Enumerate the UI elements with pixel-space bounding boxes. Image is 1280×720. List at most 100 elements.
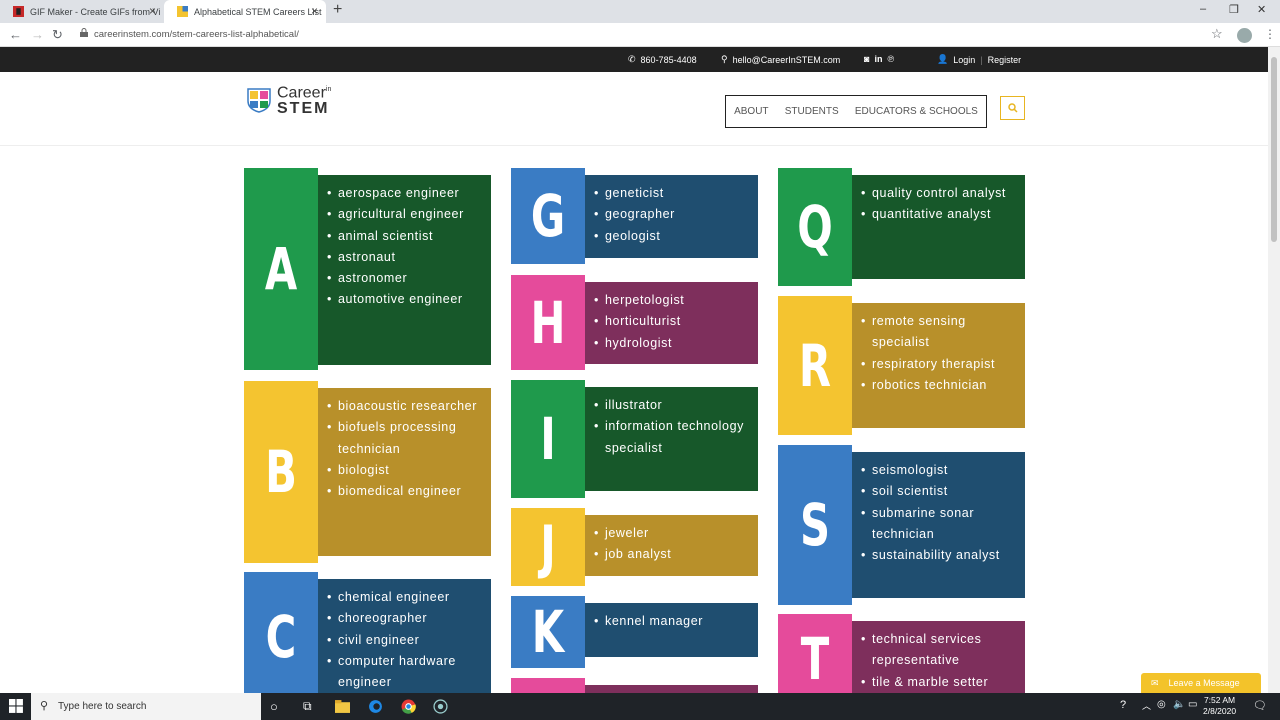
minimize-icon[interactable]: –	[1200, 3, 1206, 15]
email-contact[interactable]: ⚲ hello@CareerInSTEM.com	[721, 54, 840, 65]
career-link[interactable]: biologist	[327, 460, 481, 482]
career-link[interactable]: tile & marble setter	[861, 672, 1015, 694]
career-list: geneticistgeographergeologist	[585, 175, 758, 258]
phone-contact[interactable]: ✆ 860-785-4408	[628, 54, 697, 65]
site-logo[interactable]: Careerin STEM	[247, 82, 331, 117]
tray-app-icon[interactable]: ◎	[1157, 699, 1172, 714]
page-scrollbar[interactable]	[1268, 47, 1280, 693]
profile-avatar[interactable]	[1237, 28, 1252, 43]
career-link[interactable]: herpetologist	[594, 290, 748, 312]
letter-glyph: B	[265, 438, 297, 506]
instagram-icon[interactable]: ◙	[864, 54, 869, 64]
cortana-icon[interactable]: ○	[270, 699, 285, 714]
url-field[interactable]: careerinstem.com/stem-careers-list-alpha…	[94, 29, 299, 40]
career-link[interactable]: geographer	[594, 204, 748, 226]
career-link[interactable]: astronaut	[327, 247, 481, 269]
career-link[interactable]: computer hardware engineer	[327, 651, 481, 694]
tab-gif-maker[interactable]: GIF Maker - Create GIFs from Vi ×	[0, 0, 164, 23]
nav-educators-schools[interactable]: EDUCATORS & SCHOOLS	[855, 106, 978, 117]
close-tab-icon[interactable]: ×	[311, 4, 318, 18]
linkedin-icon[interactable]: in	[874, 54, 882, 64]
register-link[interactable]: Register	[988, 55, 1022, 65]
career-link[interactable]: technical services representative	[861, 629, 1015, 672]
career-link[interactable]: agricultural engineer	[327, 204, 481, 226]
leave-message-button[interactable]: ✉ Leave a Message	[1141, 673, 1261, 693]
tab-title: Alphabetical STEM Careers List	[194, 6, 322, 17]
career-link[interactable]: respiratory therapist	[861, 354, 1015, 376]
nav-about[interactable]: ABOUT	[734, 106, 768, 117]
browser-menu-icon[interactable]: ⋮	[1264, 27, 1276, 41]
career-link[interactable]: bioacoustic researcher	[327, 396, 481, 418]
windows-start-icon[interactable]	[9, 699, 24, 714]
logo-text-stem: STEM	[277, 100, 330, 118]
letter-glyph: Q	[797, 193, 833, 261]
taskbar-search-input[interactable]: ⚲ Type here to search	[31, 693, 261, 720]
scrollbar-thumb[interactable]	[1271, 57, 1277, 242]
mail-icon: ✉	[1151, 677, 1159, 688]
file-explorer-icon[interactable]	[335, 699, 350, 714]
help-icon[interactable]: ?	[1120, 699, 1135, 714]
career-link[interactable]: choreographer	[327, 608, 481, 630]
career-link[interactable]: quality control analyst	[861, 183, 1015, 205]
career-link[interactable]: biofuels processing technician	[327, 417, 481, 460]
chevron-up-icon[interactable]: ︿	[1142, 699, 1157, 714]
career-link[interactable]: submarine sonar technician	[861, 503, 1015, 546]
email-address: hello@CareerInSTEM.com	[732, 54, 841, 65]
career-list: bioacoustic researcherbiofuels processin…	[318, 388, 491, 556]
letter-tile: R	[778, 296, 852, 435]
career-link[interactable]: quantitative analyst	[861, 204, 1015, 226]
career-link[interactable]: aerospace engineer	[327, 183, 481, 205]
career-list: herpetologisthorticulturisthydrologist	[585, 282, 758, 364]
window-close-icon[interactable]: ✕	[1257, 3, 1266, 16]
career-link[interactable]: civil engineer	[327, 630, 481, 652]
career-link[interactable]: information technology specialist	[594, 416, 748, 459]
bookmark-star-icon[interactable]: ☆	[1211, 26, 1223, 42]
search-button[interactable]	[1000, 96, 1025, 120]
notifications-icon[interactable]: 🗨	[1253, 699, 1268, 714]
career-link[interactable]: animal scientist	[327, 226, 481, 248]
site-header: Careerin STEM ABOUT STUDENTS EDUCATORS &…	[0, 72, 1268, 146]
tab-careers-list[interactable]: Alphabetical STEM Careers List ×	[164, 0, 326, 23]
chrome-icon[interactable]	[401, 699, 416, 714]
new-tab-icon[interactable]: +	[333, 1, 342, 19]
restore-icon[interactable]: ❐	[1229, 3, 1239, 16]
career-list: jewelerjob analyst	[585, 515, 758, 576]
phone-icon: ✆	[628, 54, 636, 64]
lock-icon	[80, 28, 88, 37]
volume-icon[interactable]: 🔈	[1173, 699, 1188, 714]
career-list: aerospace engineeragricultural engineera…	[318, 175, 491, 365]
career-link[interactable]: geologist	[594, 226, 748, 248]
career-link[interactable]: jeweler	[594, 523, 748, 545]
career-link[interactable]: astronomer	[327, 268, 481, 290]
career-link[interactable]: biomedical engineer	[327, 481, 481, 503]
close-tab-icon[interactable]: ×	[149, 4, 156, 18]
network-icon[interactable]: ▭	[1188, 699, 1203, 714]
career-link[interactable]: robotics technician	[861, 375, 1015, 397]
career-link[interactable]: kennel manager	[594, 611, 748, 633]
system-clock[interactable]: 7:52 AM 2/8/2020	[1203, 695, 1236, 717]
edge-icon[interactable]	[368, 699, 383, 714]
login-link[interactable]: Login	[953, 55, 975, 65]
user-icon: 👤	[937, 54, 949, 64]
task-view-icon[interactable]: ⧉	[303, 699, 318, 714]
letter-glyph: C	[265, 603, 297, 671]
career-link[interactable]: soil scientist	[861, 481, 1015, 503]
pinterest-icon[interactable]: ℗	[887, 54, 894, 64]
career-link[interactable]: horticulturist	[594, 311, 748, 333]
back-icon[interactable]: ←	[9, 27, 22, 42]
letter-glyph: H	[530, 288, 566, 357]
career-link[interactable]: hydrologist	[594, 333, 748, 355]
recorder-app-icon[interactable]	[433, 699, 448, 714]
career-link[interactable]: remote sensing specialist	[861, 311, 1015, 354]
career-link[interactable]: job analyst	[594, 544, 748, 566]
career-link[interactable]: chemical engineer	[327, 587, 481, 609]
career-link[interactable]: seismologist	[861, 460, 1015, 482]
reload-icon[interactable]: ↻	[52, 27, 63, 43]
career-link[interactable]: geneticist	[594, 183, 748, 205]
nav-students[interactable]: STUDENTS	[785, 106, 839, 117]
clock-time: 7:52 AM	[1203, 695, 1236, 705]
career-link[interactable]: automotive engineer	[327, 289, 481, 311]
career-link[interactable]: sustainability analyst	[861, 545, 1015, 567]
career-link[interactable]: illustrator	[594, 395, 748, 417]
forward-icon[interactable]: →	[31, 27, 44, 42]
